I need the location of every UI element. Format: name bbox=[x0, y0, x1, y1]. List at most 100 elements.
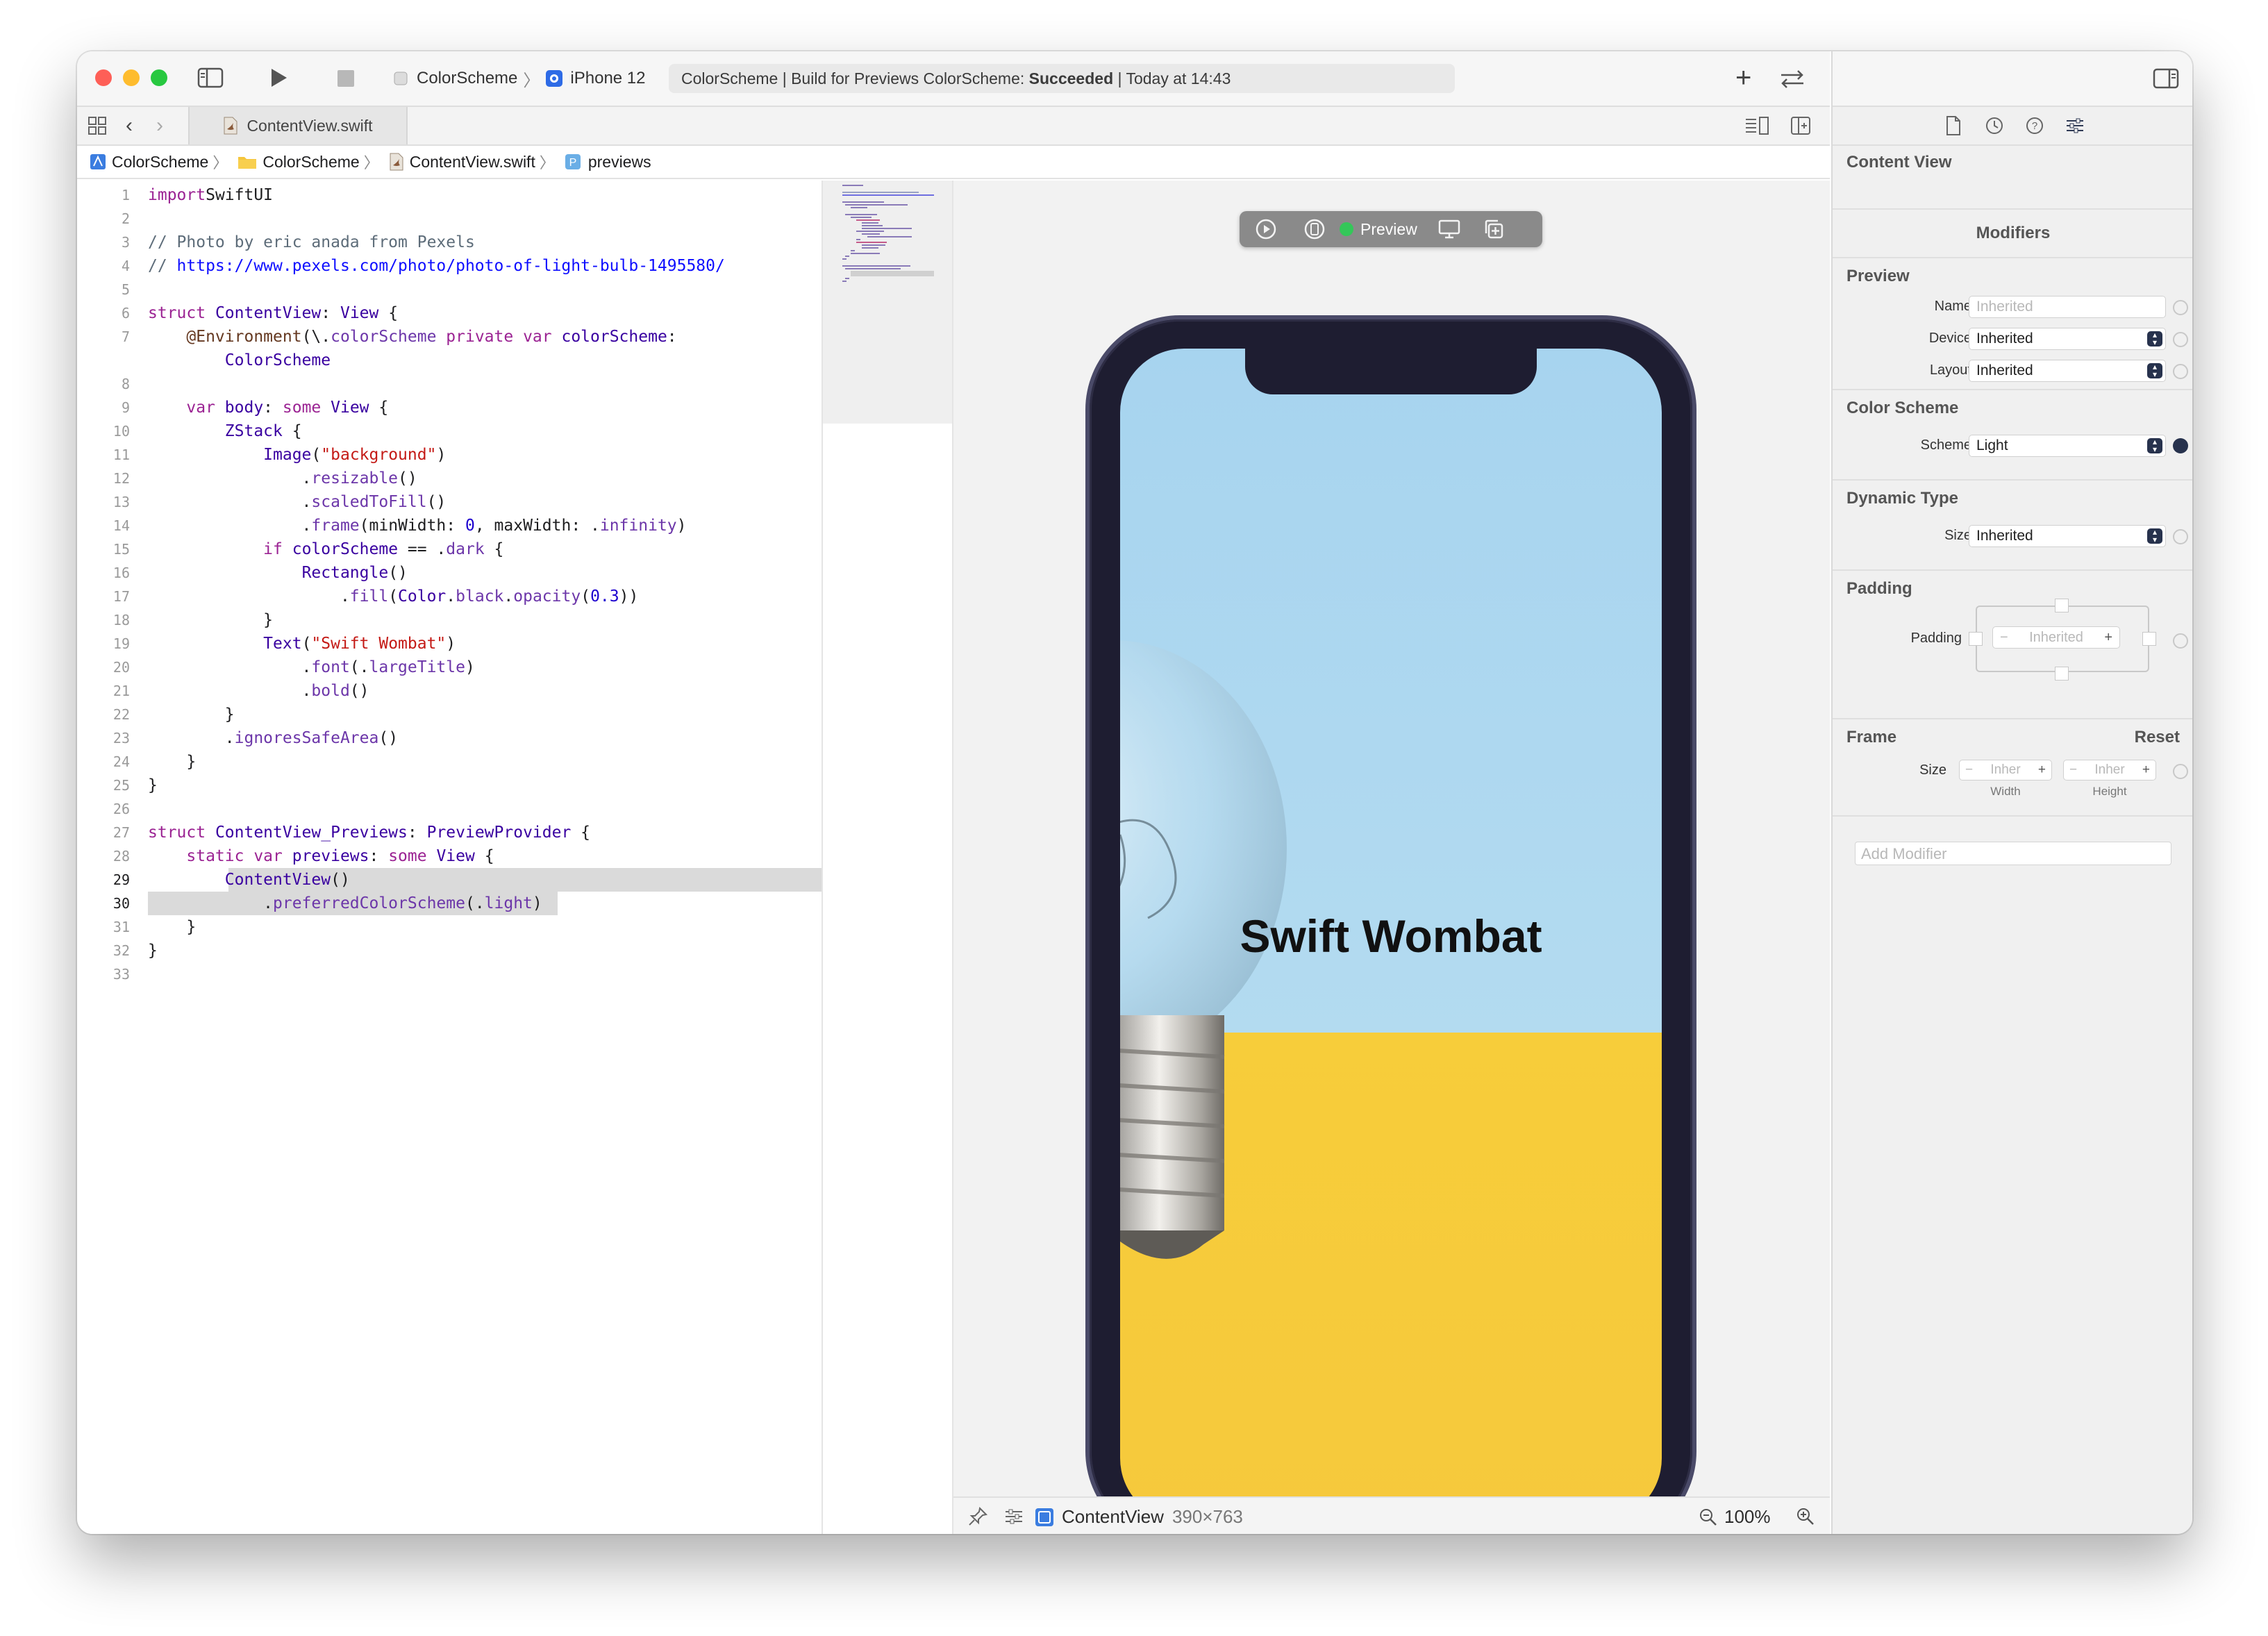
zoom-in-magnifier-icon[interactable] bbox=[1795, 1506, 1816, 1532]
code-line[interactable]: 9 var body: some View { bbox=[77, 396, 822, 419]
editor-options-icon[interactable] bbox=[1744, 115, 1770, 140]
code-line[interactable]: 5 bbox=[77, 278, 822, 301]
code-line[interactable]: 21 .bold() bbox=[77, 679, 822, 703]
frame-radio[interactable] bbox=[2173, 764, 2188, 779]
run-play-icon[interactable] bbox=[266, 65, 291, 94]
code-line[interactable]: 15 if colorScheme == .dark { bbox=[77, 537, 822, 561]
frame-reset-button[interactable]: Reset bbox=[2135, 728, 2180, 747]
duplicate-preview-button[interactable] bbox=[1478, 214, 1509, 244]
code-line[interactable]: 14 .frame(minWidth: 0, maxWidth: .infini… bbox=[77, 514, 822, 537]
scheme-popup[interactable]: Light ▴ ▾ bbox=[1969, 435, 2166, 457]
help-inspector-icon[interactable]: ? bbox=[2024, 115, 2045, 140]
related-items-grid-icon[interactable] bbox=[87, 115, 108, 140]
height-decrement-button[interactable]: − bbox=[2069, 762, 2077, 778]
navigator-toggle-icon[interactable] bbox=[197, 65, 224, 94]
minimap[interactable] bbox=[822, 181, 953, 1534]
width-decrement-button[interactable]: − bbox=[1965, 762, 1973, 778]
history-inspector-icon[interactable] bbox=[1984, 115, 2005, 140]
code-line[interactable]: 30 .preferredColorScheme(.light) bbox=[77, 892, 822, 915]
name-label: Name bbox=[1934, 299, 1971, 314]
breadcrumb-item-symbol[interactable]: P previews bbox=[565, 153, 651, 172]
dynamic-type-radio[interactable] bbox=[2173, 529, 2188, 544]
code-line[interactable]: 24 } bbox=[77, 750, 822, 774]
add-library-plus-icon[interactable]: + bbox=[1735, 64, 1751, 92]
code-line[interactable]: 27 struct ContentView_Previews: PreviewPr… bbox=[77, 821, 822, 844]
code-line[interactable]: ColorScheme bbox=[77, 349, 822, 372]
code-line[interactable]: 4 // https://www.pexels.com/photo/photo-o… bbox=[77, 254, 822, 278]
scheme-selector[interactable]: ColorScheme 〉 iPhone 12 bbox=[393, 65, 646, 92]
name-radio[interactable] bbox=[2173, 300, 2188, 315]
padding-decrement-button[interactable]: − bbox=[2000, 630, 2008, 646]
code-line[interactable]: 1 importSwiftUI bbox=[77, 183, 822, 207]
code-line[interactable]: 23 .ignoresSafeArea() bbox=[77, 726, 822, 750]
code-line[interactable]: 17 .fill(Color.black.opacity(0.3)) bbox=[77, 585, 822, 608]
code-line[interactable]: 12 .resizable() bbox=[77, 467, 822, 490]
code-line[interactable]: 7 @Environment(\.colorScheme private var… bbox=[77, 325, 822, 349]
add-modifier-field[interactable]: Add Modifier bbox=[1855, 842, 2171, 865]
code-line[interactable]: 10 ZStack { bbox=[77, 419, 822, 443]
forward-chevron-icon[interactable]: › bbox=[156, 114, 163, 137]
preview-on-device-button[interactable] bbox=[1299, 214, 1330, 244]
device-popup[interactable]: Inherited ▴ ▾ bbox=[1969, 328, 2166, 350]
live-preview-button[interactable] bbox=[1251, 214, 1281, 244]
layout-popup[interactable]: Inherited ▴ ▾ bbox=[1969, 360, 2166, 382]
zoom-out-magnifier-icon[interactable] bbox=[1698, 1507, 1719, 1528]
preview-name-field[interactable]: Inherited bbox=[1969, 296, 2166, 318]
padding-stepper-field[interactable]: − Inherited + bbox=[1992, 626, 2120, 649]
code-line[interactable]: 16 Rectangle() bbox=[77, 561, 822, 585]
zoom-level[interactable]: 100% bbox=[1724, 1506, 1771, 1528]
breadcrumb-item-folder[interactable]: ColorScheme 〉 bbox=[237, 151, 384, 173]
preview-settings-sliders-icon[interactable] bbox=[1003, 1506, 1024, 1532]
tab-content-view-swift[interactable]: ContentView.swift bbox=[188, 107, 408, 144]
scheme-active-dot[interactable] bbox=[2173, 438, 2188, 453]
padding-increment-button[interactable]: + bbox=[2104, 630, 2112, 646]
code-line[interactable]: 19 Text("Swift Wombat") bbox=[77, 632, 822, 656]
padding-bottom-checkbox[interactable] bbox=[2055, 667, 2069, 681]
padding-trailing-checkbox[interactable] bbox=[2142, 632, 2156, 646]
file-inspector-icon[interactable] bbox=[1944, 115, 1963, 140]
code-line[interactable]: 26 bbox=[77, 797, 822, 821]
preview-view-selector[interactable]: ContentView 390×763 bbox=[1034, 1506, 1243, 1528]
code-line[interactable]: 18 } bbox=[77, 608, 822, 632]
code-line[interactable]: 3 // Photo by eric anada from Pexels bbox=[77, 231, 822, 254]
add-editor-split-icon[interactable] bbox=[1790, 115, 1812, 140]
inspector-toggle-icon[interactable] bbox=[2152, 67, 2180, 94]
preview-canvas[interactable]: Preview Swift Wombat ContentView 390×763… bbox=[953, 181, 1830, 1534]
code-line[interactable]: 25} bbox=[77, 774, 822, 797]
code-review-arrows-icon[interactable] bbox=[1777, 67, 1808, 94]
padding-top-checkbox[interactable] bbox=[2055, 599, 2069, 612]
code-line[interactable]: 29 ContentView() bbox=[77, 868, 822, 892]
code-line[interactable]: 20 .font(.largeTitle) bbox=[77, 656, 822, 679]
padding-leading-checkbox[interactable] bbox=[1969, 632, 1983, 646]
minimize-window-button[interactable] bbox=[123, 69, 140, 86]
device-screen[interactable]: Swift Wombat bbox=[1120, 349, 1662, 1522]
inspect-preview-button[interactable] bbox=[1434, 214, 1465, 244]
height-increment-button[interactable]: + bbox=[2142, 762, 2150, 778]
code-line[interactable]: 33 bbox=[77, 962, 822, 986]
code-line[interactable]: 28 static var previews: some View { bbox=[77, 844, 822, 868]
code-line[interactable]: 11 Image("background") bbox=[77, 443, 822, 467]
code-line[interactable]: 32} bbox=[77, 939, 822, 962]
padding-radio[interactable] bbox=[2173, 633, 2188, 649]
breadcrumb-item-project[interactable]: ColorScheme 〉 bbox=[90, 151, 233, 173]
code-line[interactable]: 13 .scaledToFill() bbox=[77, 490, 822, 514]
width-increment-button[interactable]: + bbox=[2038, 762, 2046, 778]
close-window-button[interactable] bbox=[95, 69, 112, 86]
back-chevron-icon[interactable]: ‹ bbox=[126, 114, 133, 137]
attributes-inspector-icon[interactable] bbox=[2065, 115, 2085, 140]
breadcrumb-item-file[interactable]: ContentView.swift 〉 bbox=[389, 151, 560, 173]
code-line[interactable]: 8 bbox=[77, 372, 822, 396]
code-line[interactable]: 2 bbox=[77, 207, 822, 231]
code-line[interactable]: 31 } bbox=[77, 915, 822, 939]
dynamic-type-size-popup[interactable]: Inherited ▴ ▾ bbox=[1969, 525, 2166, 547]
frame-width-stepper[interactable]: − Inher + bbox=[1959, 760, 2052, 781]
device-radio[interactable] bbox=[2173, 332, 2188, 347]
frame-height-stepper[interactable]: − Inher + bbox=[2063, 760, 2156, 781]
pin-preview-icon[interactable] bbox=[967, 1506, 988, 1532]
source-editor[interactable]: 1 importSwiftUI 2 3// Photo by eric anada f… bbox=[77, 181, 822, 1534]
layout-radio[interactable] bbox=[2173, 364, 2188, 379]
zoom-window-button[interactable] bbox=[151, 69, 167, 86]
code-line[interactable]: 6 struct ContentView: View { bbox=[77, 301, 822, 325]
stop-icon[interactable] bbox=[334, 67, 358, 94]
code-line[interactable]: 22 } bbox=[77, 703, 822, 726]
